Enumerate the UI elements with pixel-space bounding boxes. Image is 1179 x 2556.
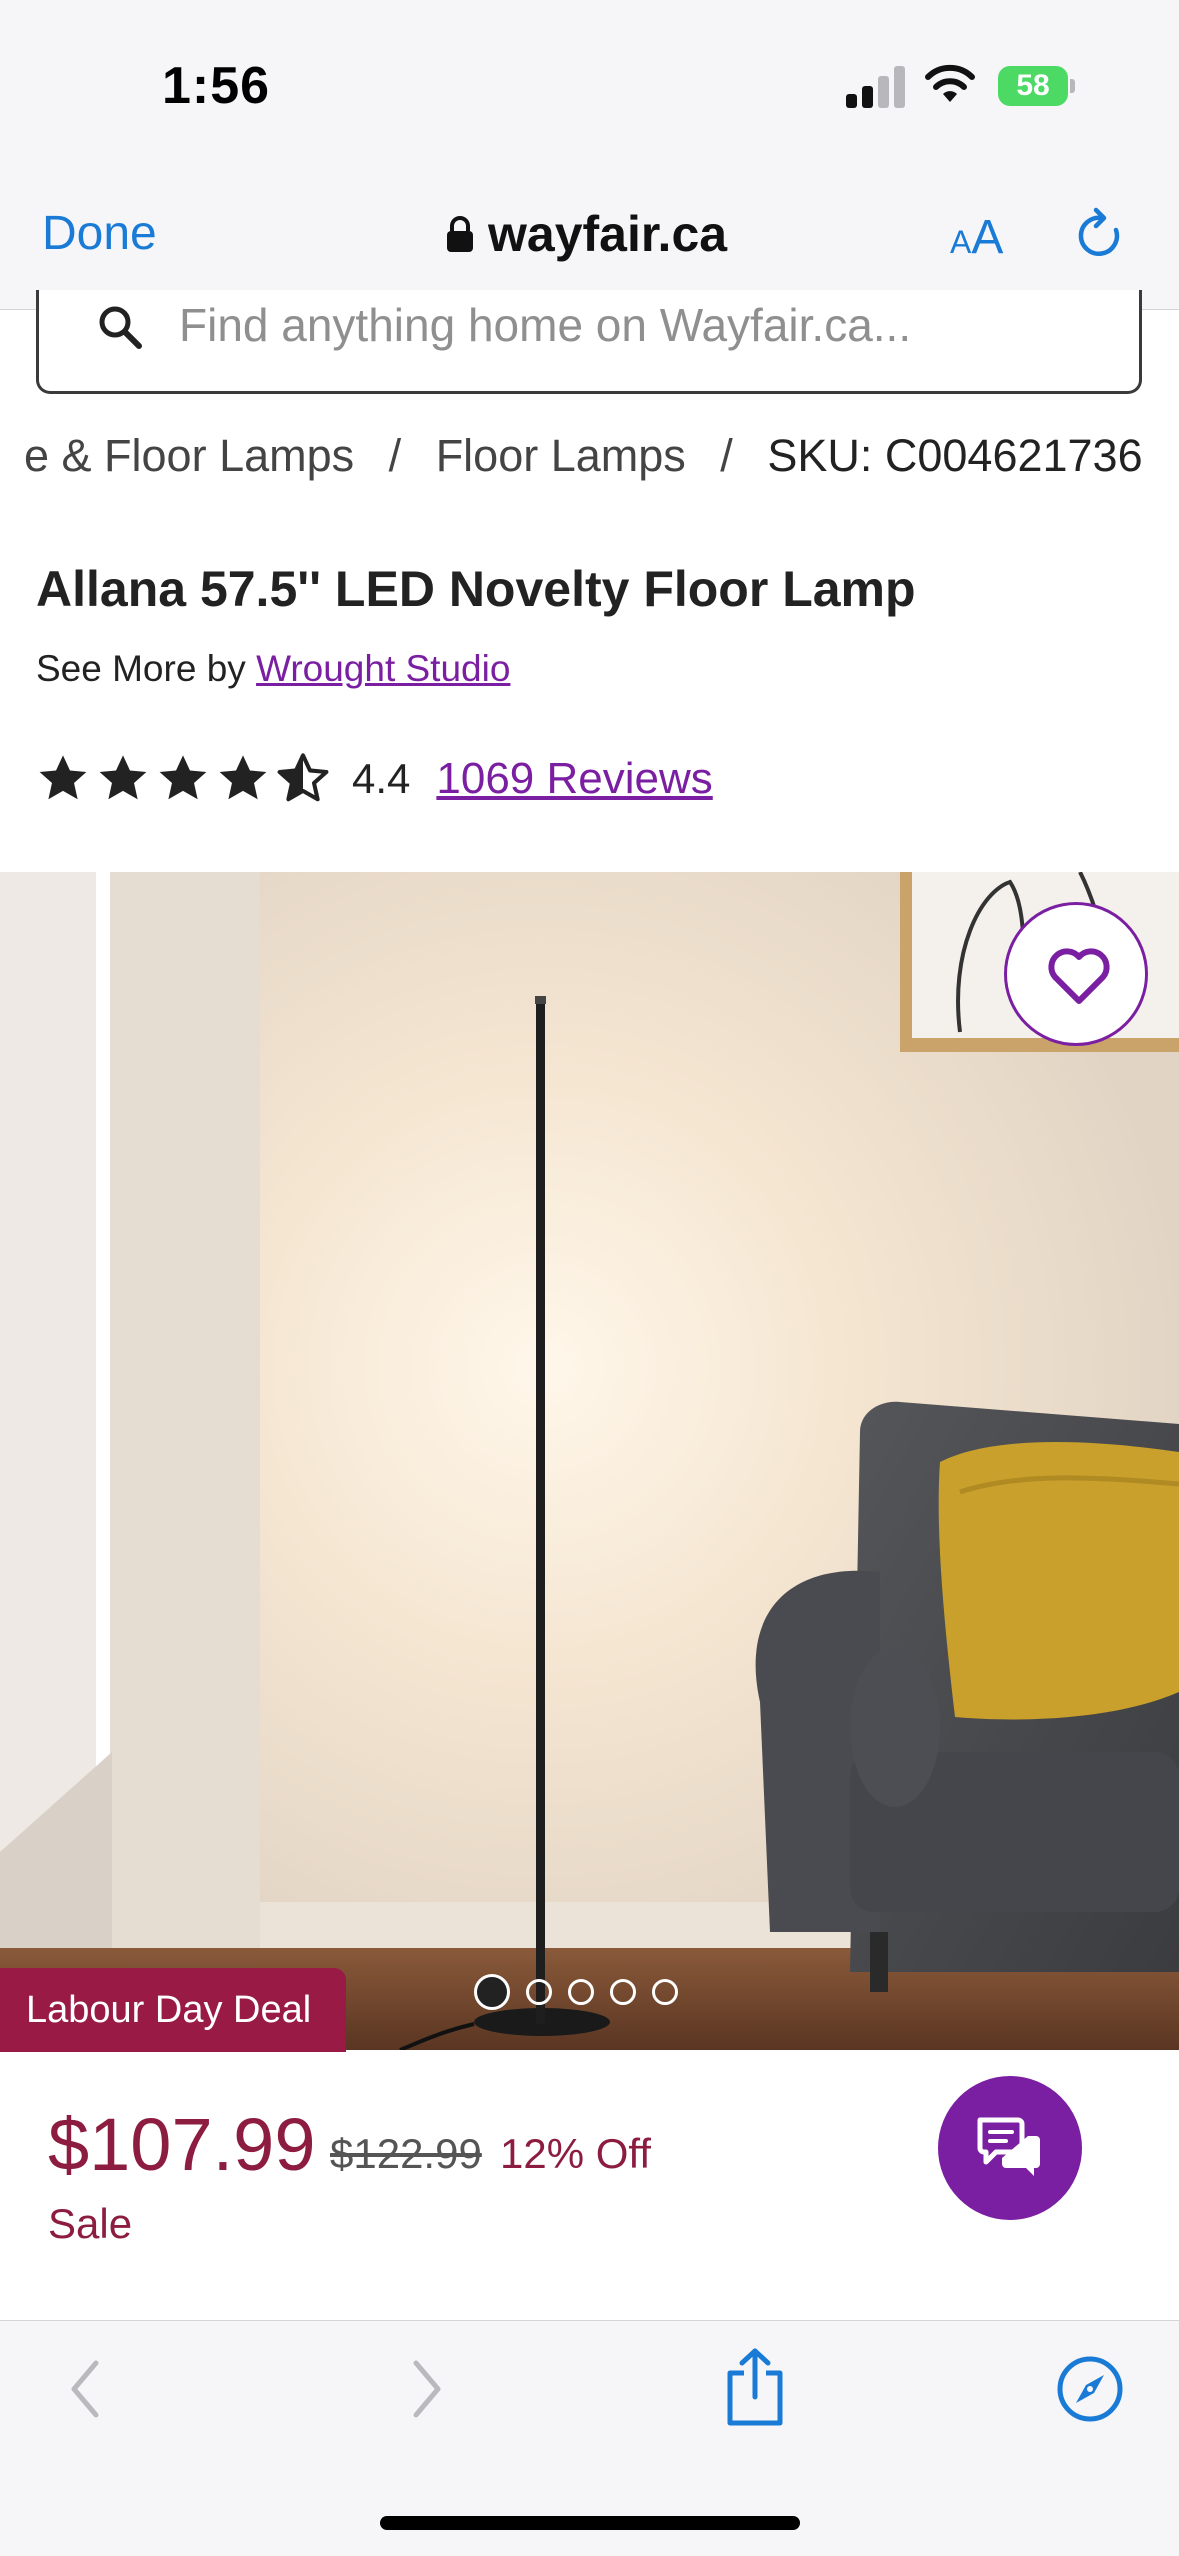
share-icon[interactable] <box>720 2347 790 2427</box>
search-input[interactable] <box>179 290 1079 360</box>
star-full-icon <box>99 755 147 800</box>
text-size-large-label: A <box>971 211 1004 264</box>
original-price: $122.99 <box>330 2130 482 2177</box>
battery-level: 58 <box>998 66 1068 106</box>
battery-charging-icon: 58 <box>998 66 1075 106</box>
breadcrumb-sku: SKU: C004621736 <box>767 430 1143 481</box>
status-time: 1:56 <box>162 57 271 115</box>
status-bar: 1:56 58 <box>0 0 1179 180</box>
reload-icon[interactable] <box>1072 206 1128 266</box>
done-button[interactable]: Done <box>42 206 157 261</box>
wifi-icon <box>925 64 975 102</box>
star-full-icon <box>159 755 207 800</box>
product-image[interactable] <box>0 872 1179 2050</box>
sale-price: $107.99 <box>48 2103 316 2186</box>
address-bar[interactable]: wayfair.ca <box>446 204 727 264</box>
image-carousel-dots <box>474 1974 678 2010</box>
forward-icon[interactable] <box>404 2357 448 2421</box>
favorite-button[interactable] <box>1004 902 1148 1046</box>
carousel-dot[interactable] <box>652 1979 678 2005</box>
product-photo-floor-lamp <box>0 872 1179 2050</box>
chat-button[interactable] <box>938 2076 1082 2220</box>
rating-stars <box>36 752 330 806</box>
deal-badge: Labour Day Deal <box>0 1968 346 2052</box>
discount-label: 12% Off <box>500 2130 651 2177</box>
chat-icon <box>977 2117 1040 2176</box>
carousel-dot[interactable] <box>526 1979 552 2005</box>
text-size-small-label: A <box>950 224 972 260</box>
brand-link[interactable]: Wrought Studio <box>256 648 510 689</box>
text-size-button[interactable]: AA <box>950 210 1003 265</box>
rating-row: 4.4 1069 Reviews <box>36 746 713 812</box>
see-more-prefix: See More by <box>36 648 246 689</box>
url-text: wayfair.ca <box>488 206 728 262</box>
reviews-link[interactable]: 1069 Reviews <box>436 754 712 804</box>
cellular-signal-icon <box>846 64 906 108</box>
search-icon <box>99 306 142 349</box>
breadcrumb-separator: / <box>388 430 402 481</box>
carousel-dot[interactable] <box>610 1979 636 2005</box>
star-half-icon <box>277 753 329 802</box>
carousel-dot[interactable] <box>568 1979 594 2005</box>
rating-value: 4.4 <box>352 755 411 802</box>
breadcrumb-item-lamps[interactable]: e & Floor Lamps <box>24 430 354 481</box>
star-full-icon <box>219 755 267 800</box>
back-icon[interactable] <box>64 2357 108 2421</box>
compass-icon[interactable] <box>1054 2353 1126 2425</box>
product-title: Allana 57.5'' LED Novelty Floor Lamp <box>36 561 916 617</box>
lock-icon <box>447 216 473 252</box>
carousel-dot[interactable] <box>474 1974 510 2010</box>
see-more-by: See More by Wrought Studio <box>36 648 510 690</box>
heart-icon <box>1048 948 1110 1004</box>
sale-label: Sale <box>48 2200 133 2247</box>
breadcrumb: e & Floor Lamps / Floor Lamps / SKU: C00… <box>24 430 1143 482</box>
home-indicator[interactable] <box>380 2516 800 2530</box>
breadcrumb-separator: / <box>720 430 733 481</box>
star-full-icon <box>39 755 87 800</box>
breadcrumb-item-floor-lamps[interactable]: Floor Lamps <box>436 430 686 481</box>
search-box[interactable] <box>36 290 1142 394</box>
